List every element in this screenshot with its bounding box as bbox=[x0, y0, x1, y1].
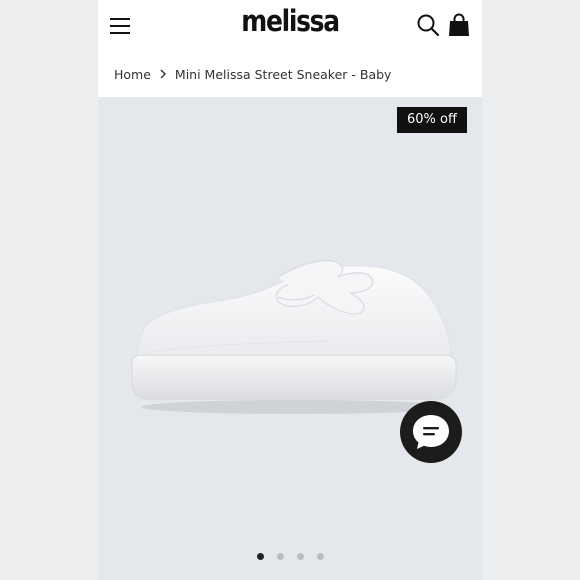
breadcrumb-home-link[interactable]: Home bbox=[114, 67, 151, 82]
discount-badge: 60% off bbox=[397, 107, 467, 133]
product-image-sneaker[interactable] bbox=[128, 257, 458, 417]
chat-bubble-icon[interactable] bbox=[400, 401, 462, 463]
breadcrumb: Home Mini Melissa Street Sneaker - Baby bbox=[114, 67, 391, 82]
shopping-bag-icon[interactable] bbox=[448, 13, 470, 37]
product-image-gallery[interactable]: 60% off bbox=[98, 97, 482, 580]
breadcrumb-current: Mini Melissa Street Sneaker - Baby bbox=[174, 67, 392, 82]
left-backdrop bbox=[0, 0, 98, 580]
gallery-dot-3[interactable] bbox=[296, 553, 304, 560]
right-backdrop bbox=[482, 0, 580, 580]
search-icon[interactable] bbox=[416, 13, 440, 37]
product-page: melissa Home Mini Melissa Street Sneaker… bbox=[98, 0, 482, 580]
gallery-pagination bbox=[98, 553, 482, 560]
gallery-dot-1[interactable] bbox=[256, 553, 264, 560]
site-header: melissa Home Mini Melissa Street Sneaker… bbox=[98, 0, 482, 97]
gallery-dot-2[interactable] bbox=[276, 553, 284, 560]
gallery-dot-4[interactable] bbox=[316, 553, 324, 560]
brand-logo[interactable]: melissa bbox=[125, 4, 455, 38]
chevron-right-icon bbox=[157, 67, 169, 82]
